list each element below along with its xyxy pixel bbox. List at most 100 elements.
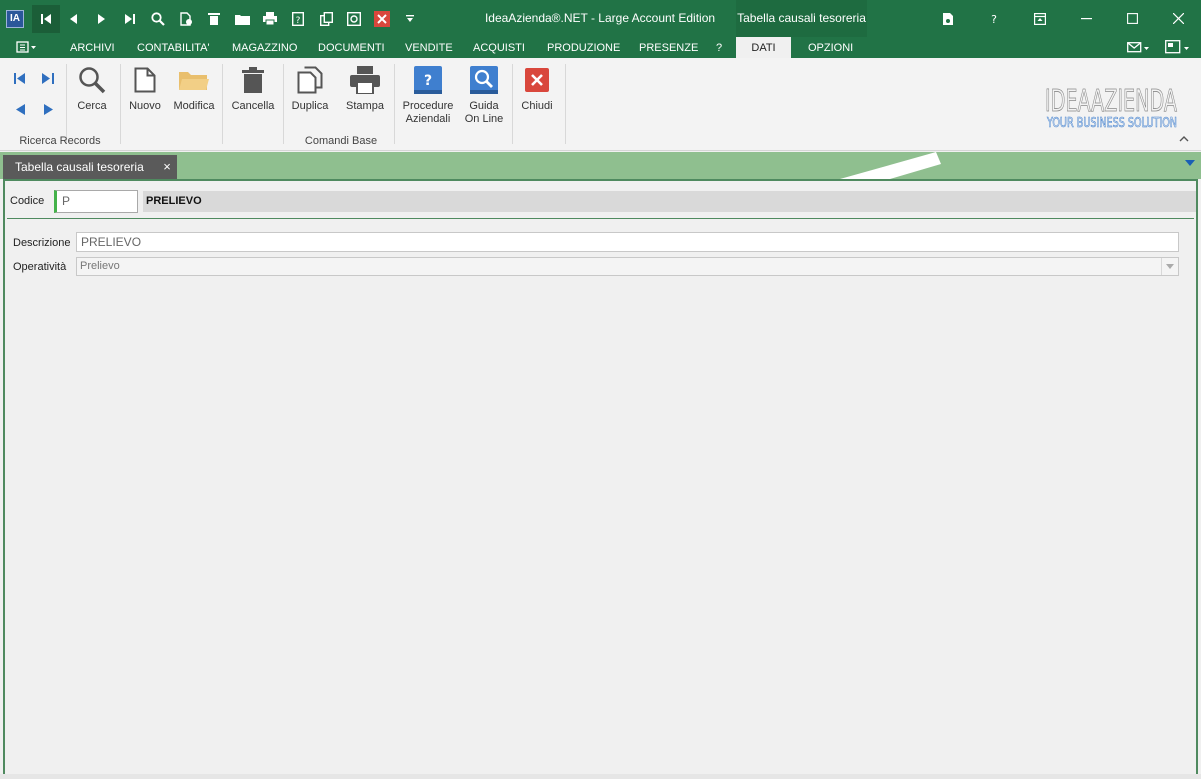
menu-right-icons: [1127, 39, 1191, 58]
mail-icon[interactable]: [1127, 39, 1151, 58]
menu-dati[interactable]: DATI: [736, 37, 791, 58]
group-label-comandi: Comandi Base: [304, 135, 378, 147]
menu-produzione[interactable]: PRODUZIONE: [547, 37, 620, 58]
ribbon-last-icon[interactable]: [38, 68, 58, 88]
document-tab-label: Tabella causali tesoreria: [15, 160, 144, 174]
menu-contabilita[interactable]: CONTABILITA': [137, 37, 210, 58]
chiudi-button[interactable]: Chiudi: [517, 64, 557, 113]
folder-open-icon: [178, 64, 210, 96]
stampa-button[interactable]: Stampa: [343, 64, 387, 113]
menu-help[interactable]: ?: [716, 37, 722, 58]
separator: [565, 64, 566, 144]
tab-close-icon[interactable]: ×: [159, 155, 175, 179]
duplica-label: Duplica: [291, 100, 329, 112]
menu-presenze[interactable]: PRESENZE: [639, 37, 698, 58]
online-guide-icon: [468, 64, 500, 96]
operativita-select[interactable]: Prelievo: [76, 257, 1179, 276]
dropdown-arrow-icon[interactable]: [1161, 258, 1178, 275]
cancella-label: Cancella: [231, 100, 275, 112]
menu-opzioni[interactable]: OPZIONI: [808, 37, 853, 58]
close-record-icon[interactable]: [368, 5, 396, 33]
separator: [512, 64, 513, 144]
stampa-label: Stampa: [346, 100, 384, 112]
codice-label: Codice: [10, 195, 45, 207]
menu-documenti[interactable]: DOCUMENTI: [318, 37, 385, 58]
print-icon[interactable]: [256, 5, 284, 33]
cancella-button[interactable]: Cancella: [230, 64, 276, 113]
printer-icon: [349, 64, 381, 96]
file-menu-icon[interactable]: [14, 40, 40, 56]
help-document-icon[interactable]: ?: [284, 5, 312, 33]
minimize-icon[interactable]: [1063, 0, 1109, 37]
ribbon-first-icon[interactable]: [10, 68, 30, 88]
procedure-label-1: Procedure: [402, 100, 454, 112]
separator: [120, 64, 121, 144]
menu-acquisti[interactable]: ACQUISTI: [473, 37, 525, 58]
quick-access-toolbar: IA ?: [0, 0, 424, 37]
search-document-icon[interactable]: [340, 5, 368, 33]
ideaazienda-logo: IDEAAZIENDA YOUR BUSINESS SOLUTION: [1044, 78, 1182, 132]
menu-magazzino[interactable]: MAGAZZINO: [232, 37, 297, 58]
close-window-icon[interactable]: [1155, 0, 1201, 37]
window-title: IdeaAzienda®.NET - Large Account Edition: [484, 11, 716, 25]
cerca-label: Cerca: [77, 100, 107, 112]
document-tab[interactable]: Tabella causali tesoreria ×: [3, 155, 177, 179]
ribbon-next-icon[interactable]: [38, 99, 58, 119]
last-record-icon[interactable]: [116, 5, 144, 33]
operativita-value: Prelievo: [80, 260, 120, 272]
guida-online-button[interactable]: Guida On Line: [462, 64, 506, 126]
menu-vendite[interactable]: VENDITE: [405, 37, 453, 58]
close-red-icon: [521, 64, 553, 96]
separator: [283, 64, 284, 144]
collapse-ribbon-icon[interactable]: [1179, 134, 1189, 145]
group-label-ricerca: Ricerca Records: [19, 135, 101, 147]
previous-record-icon[interactable]: [60, 5, 88, 33]
document-tab-strip: Tabella causali tesoreria ×: [0, 152, 1201, 179]
window-layout-icon[interactable]: [1165, 39, 1191, 58]
ribbon: Cerca Nuovo Modifica Cancella Duplica St…: [0, 58, 1201, 151]
form-panel: Codice P PRELIEVO Descrizione PRELIEVO O…: [3, 179, 1198, 776]
maximize-icon[interactable]: [1109, 0, 1155, 37]
svg-text:?: ?: [296, 16, 301, 26]
nuovo-button[interactable]: Nuovo: [126, 64, 164, 113]
descrizione-input[interactable]: PRELIEVO: [76, 232, 1179, 252]
modifica-label: Modifica: [173, 100, 215, 112]
next-record-icon[interactable]: [88, 5, 116, 33]
new-record-icon[interactable]: [172, 5, 200, 33]
separator: [66, 64, 67, 144]
svg-text:?: ?: [991, 13, 997, 25]
procedure-label-2: Aziendali: [405, 113, 451, 125]
codice-input[interactable]: P: [54, 190, 138, 213]
delete-icon[interactable]: [200, 5, 228, 33]
page-settings-icon[interactable]: [925, 0, 971, 37]
modifica-button[interactable]: Modifica: [172, 64, 216, 113]
search-icon[interactable]: [144, 5, 172, 33]
operativita-label: Operatività: [13, 261, 67, 273]
svg-text:?: ?: [424, 73, 432, 89]
cerca-button[interactable]: Cerca: [74, 64, 110, 113]
help-icon[interactable]: ?: [971, 0, 1017, 37]
open-folder-icon[interactable]: [228, 5, 256, 33]
separator: [222, 64, 223, 144]
context-tab-title: Tabella causali tesoreria: [737, 11, 866, 25]
duplicate-icon[interactable]: [312, 5, 340, 33]
first-record-icon[interactable]: [32, 4, 60, 33]
record-header: Codice P PRELIEVO: [7, 183, 1196, 219]
menu-archivi[interactable]: ARCHIVI: [70, 37, 115, 58]
status-strip: [0, 774, 1201, 779]
decorative-stripe: [840, 152, 942, 179]
svg-text:YOUR BUSINESS SOLUTION: YOUR BUSINESS SOLUTION: [1046, 116, 1177, 131]
guida-label-1: Guida: [469, 100, 499, 112]
tab-list-dropdown-icon[interactable]: [1185, 160, 1195, 166]
customize-toolbar-icon[interactable]: [396, 5, 424, 33]
record-name-display: PRELIEVO: [143, 191, 1196, 212]
ribbon-previous-icon[interactable]: [10, 99, 30, 119]
copy-icon: [294, 64, 326, 96]
duplica-button[interactable]: Duplica: [290, 64, 330, 113]
trash-icon: [237, 64, 269, 96]
restore-ribbon-icon[interactable]: [1017, 0, 1063, 37]
procedure-aziendali-button[interactable]: ? Procedure Aziendali: [400, 64, 456, 126]
svg-text:IDEAAZIENDA: IDEAAZIENDA: [1045, 84, 1177, 119]
chiudi-label: Chiudi: [521, 100, 553, 112]
help-book-icon: ?: [412, 64, 444, 96]
